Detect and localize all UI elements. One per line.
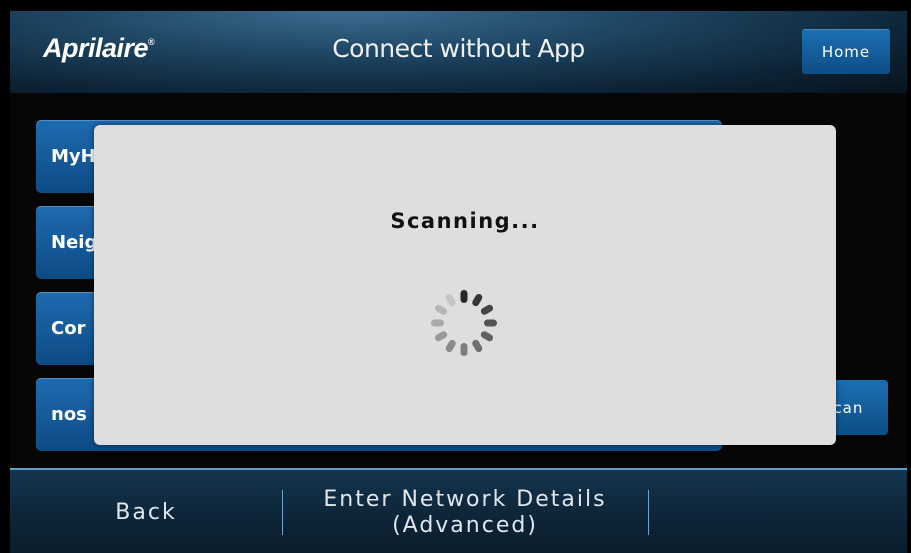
page-title: Connect without App: [332, 34, 585, 63]
spinner-segment: [434, 304, 448, 315]
scanning-dialog: Scanning...: [94, 125, 836, 445]
spinner-segment: [431, 319, 444, 327]
back-button[interactable]: Back: [10, 470, 282, 553]
spinner-segment: [484, 319, 497, 327]
header-bar: Aprilaire® Connect without App Home: [10, 11, 907, 93]
network-label: Neig: [51, 232, 98, 253]
loading-spinner-icon: [431, 290, 497, 356]
home-button[interactable]: Home: [802, 29, 890, 74]
spinner-segment: [445, 293, 456, 307]
spinner-segment: [480, 304, 494, 315]
spinner-segment: [460, 343, 468, 356]
advanced-label: (Advanced): [392, 512, 538, 538]
spinner-segment: [434, 331, 448, 342]
enter-network-details-button[interactable]: Enter Network Details (Advanced): [283, 470, 647, 553]
spinner-segment: [480, 331, 494, 342]
network-label: nos: [51, 404, 87, 425]
footer-bar: Back Enter Network Details (Advanced): [10, 468, 907, 553]
scanning-text: Scanning...: [390, 209, 540, 233]
spinner-segment: [472, 339, 483, 353]
spinner-segment: [460, 290, 468, 303]
network-label: MyH: [51, 146, 96, 167]
spinner-segment: [445, 339, 456, 353]
thermostat-screen: Aprilaire® Connect without App Home MyH …: [10, 11, 907, 553]
enter-network-details-label: Enter Network Details: [323, 486, 607, 512]
network-label: Cor: [51, 318, 86, 339]
spinner-segment: [472, 293, 483, 307]
footer-divider: [648, 490, 649, 535]
